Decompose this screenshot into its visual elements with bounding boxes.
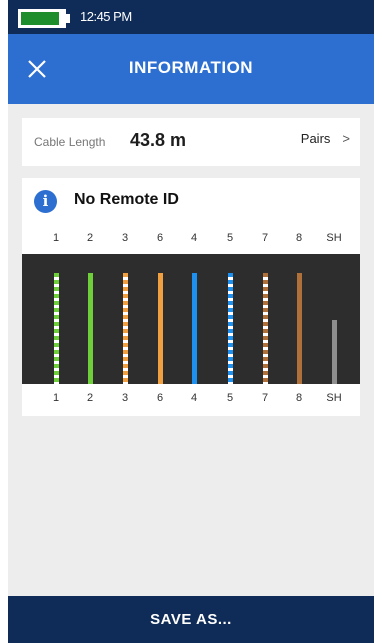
pin-label: 4 bbox=[190, 232, 198, 244]
pairs-label: Pairs bbox=[300, 131, 331, 146]
pin-label: SH bbox=[326, 232, 342, 244]
save-as-label: SAVE AS... bbox=[150, 611, 232, 628]
wiremap-card: i No Remote ID 1 2 3 6 4 5 7 8 SH 1 2 3 6 4 5 7 8 SH bbox=[22, 178, 360, 416]
battery-icon bbox=[18, 9, 66, 28]
wire-3 bbox=[123, 273, 128, 384]
pin-label: 1 bbox=[52, 392, 60, 404]
wire-SH bbox=[332, 320, 337, 384]
wiremap-diagram bbox=[22, 254, 360, 384]
info-icon: i bbox=[34, 190, 57, 213]
wire-6 bbox=[158, 273, 163, 384]
pin-label: 5 bbox=[226, 232, 234, 244]
status-bar: 12:45 PM bbox=[8, 0, 374, 34]
pin-label: SH bbox=[326, 392, 342, 404]
pin-label: 6 bbox=[156, 392, 164, 404]
app-header: INFORMATION bbox=[8, 34, 374, 104]
battery-tip bbox=[66, 14, 70, 23]
pairs-button[interactable]: Pairs > bbox=[301, 131, 350, 146]
phone-screen: 12:45 PM INFORMATION Cable Length 43.8 m… bbox=[0, 0, 382, 643]
cable-length-card: Cable Length 43.8 m Pairs > bbox=[22, 118, 360, 166]
pin-label: 3 bbox=[121, 392, 129, 404]
pin-label: 1 bbox=[52, 232, 60, 244]
pin-labels-bottom: 1 2 3 6 4 5 7 8 SH bbox=[22, 392, 360, 408]
pin-label: 2 bbox=[86, 232, 94, 244]
wire-4 bbox=[192, 273, 197, 384]
pin-label: 7 bbox=[261, 232, 269, 244]
pin-label: 5 bbox=[226, 392, 234, 404]
chevron-right-icon: > bbox=[342, 131, 350, 146]
cable-length-value: 43.8 m bbox=[130, 130, 187, 150]
wire-7 bbox=[263, 273, 268, 384]
page-title: INFORMATION bbox=[128, 58, 254, 77]
pin-label: 3 bbox=[121, 232, 129, 244]
pin-label: 2 bbox=[86, 392, 94, 404]
pin-labels-top: 1 2 3 6 4 5 7 8 SH bbox=[22, 232, 360, 248]
cable-length-label: Cable Length bbox=[34, 135, 106, 149]
status-time: 12:45 PM bbox=[80, 9, 132, 24]
battery-level bbox=[21, 12, 59, 25]
wire-8 bbox=[297, 273, 302, 384]
pin-label: 6 bbox=[156, 232, 164, 244]
pin-label: 4 bbox=[190, 392, 198, 404]
save-as-button[interactable]: SAVE AS... bbox=[8, 596, 374, 643]
remote-id-status: No Remote ID bbox=[74, 191, 179, 208]
wire-5 bbox=[228, 273, 233, 384]
pin-label: 7 bbox=[261, 392, 269, 404]
pin-label: 8 bbox=[295, 392, 303, 404]
wire-1 bbox=[54, 273, 59, 384]
pin-label: 8 bbox=[295, 232, 303, 244]
wire-2 bbox=[88, 273, 93, 384]
